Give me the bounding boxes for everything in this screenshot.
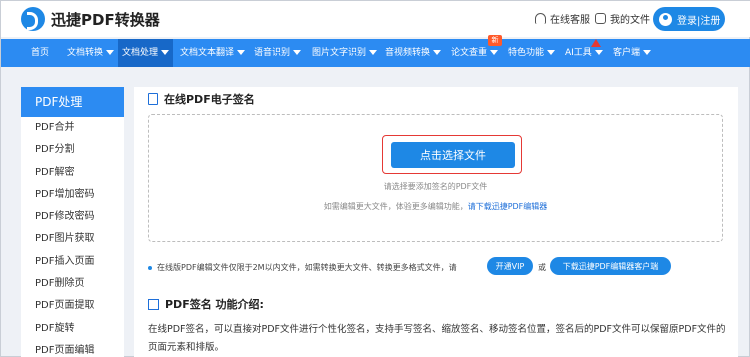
upload-dropzone[interactable]: 点击选择文件 请选择要添加签名的PDF文件 如需编辑更大文件，体验更多编辑功能，… [148,114,723,242]
chevron-down-icon [106,50,115,55]
my-files-link[interactable]: 我的文件 [595,11,650,26]
intro-title-text: PDF签名 功能介绍: [165,298,264,311]
document-icon [148,93,158,105]
size-limit-notice: 在线版PDF编辑文件仅限于2M以内文件，如需转换更大文件、转换更多格式文件，请 [148,262,457,273]
sidebar-item-split[interactable]: PDF分割 [21,139,124,161]
sidebar-item-page-edit[interactable]: PDF页面编辑 [21,340,124,357]
nav-item-features[interactable]: 特色功能 [504,39,559,67]
chevron-down-icon [293,50,302,55]
sidebar-item-delete-page[interactable]: PDF删除页 [21,273,124,295]
chevron-down-icon [490,50,499,55]
download-client-button[interactable]: 下载迅捷PDF编辑器客户端 [550,257,671,275]
editor-hint-text: 如需编辑更大文件，体验更多编辑功能， [323,202,468,211]
main-nav: 首页 文档转换 文档处理 文档文本翻译 语音识别 图片文字识别 音视频转换 论文… [1,39,750,67]
file-icon [595,13,606,24]
or-label: 或 [538,263,546,272]
new-badge: 新 [488,35,502,46]
headset-icon [535,13,546,24]
chevron-down-icon [433,50,442,55]
bullet-icon [148,265,152,270]
sidebar-item-insert-page[interactable]: PDF插入页面 [21,251,124,273]
intro-title: PDF签名 功能介绍: [148,296,264,312]
logo-icon[interactable] [21,7,45,31]
sidebar-item-merge[interactable]: PDF合并 [21,117,124,139]
size-limit-text: 在线版PDF编辑文件仅限于2M以内文件，如需转换更大文件、转换更多格式文件，请 [157,263,457,272]
login-register-label: 登录|注册 [677,15,721,27]
sidebar: PDF处理 PDF合并 PDF分割 PDF解密 PDF增加密码 PDF修改密码 … [21,87,124,357]
nav-item-doc-convert[interactable]: 文档转换 [63,39,118,67]
upload-hint: 请选择要添加签名的PDF文件 [383,182,488,191]
brand-name[interactable]: 迅捷PDF转换器 [51,9,160,30]
sidebar-item-extract-images[interactable]: PDF图片获取 [21,228,124,250]
sidebar-item-change-password[interactable]: PDF修改密码 [21,206,124,228]
chevron-down-icon [161,50,170,55]
main-panel: 在线PDF电子签名 点击选择文件 请选择要添加签名的PDF文件 如需编辑更大文件… [134,87,738,357]
chevron-down-icon [369,50,378,55]
nav-item-doc-process[interactable]: 文档处理 [118,39,174,67]
nav-item-media[interactable]: 音视频转换 [381,39,445,67]
section-title-text: 在线PDF电子签名 [164,93,255,106]
nav-item-client[interactable]: 客户端 [609,39,655,67]
chevron-down-icon [547,50,556,55]
sidebar-item-add-password[interactable]: PDF增加密码 [21,184,124,206]
nav-item-doc-translate[interactable]: 文档文本翻译 [176,39,249,67]
chevron-down-icon [237,50,246,55]
sidebar-title: PDF处理 [21,87,124,117]
arrow-up-icon [591,39,601,47]
feature-icon [148,298,159,310]
editor-hint: 如需编辑更大文件，体验更多编辑功能，请下载迅捷PDF编辑器 [149,201,722,212]
section-title: 在线PDF电子签名 [148,91,255,107]
sidebar-item-decrypt[interactable]: PDF解密 [21,162,124,184]
open-vip-button[interactable]: 开通VIP [487,257,533,275]
download-editor-link[interactable]: 请下载迅捷PDF编辑器 [468,202,548,211]
sidebar-item-extract-page[interactable]: PDF页面提取 [21,295,124,317]
top-header: 迅捷PDF转换器 在线客服 我的文件 登录|注册 [1,1,750,37]
user-icon [659,12,672,26]
nav-item-home[interactable]: 首页 [27,39,53,67]
intro-text: 在线PDF签名，可以直接对PDF文件进行个性化签名，支持手写签名、缩放签名、移动… [148,324,726,353]
online-service-link[interactable]: 在线客服 [535,11,590,26]
sidebar-item-rotate[interactable]: PDF旋转 [21,318,124,340]
chevron-down-icon [643,50,652,55]
nav-item-speech[interactable]: 语音识别 [250,39,305,67]
online-service-label: 在线客服 [550,15,590,26]
chevron-down-icon [594,50,603,55]
my-files-label: 我的文件 [610,15,650,26]
login-register-button[interactable]: 登录|注册 [653,7,725,31]
choose-file-button[interactable]: 点击选择文件 [391,142,515,168]
nav-item-ocr[interactable]: 图片文字识别 [308,39,381,67]
